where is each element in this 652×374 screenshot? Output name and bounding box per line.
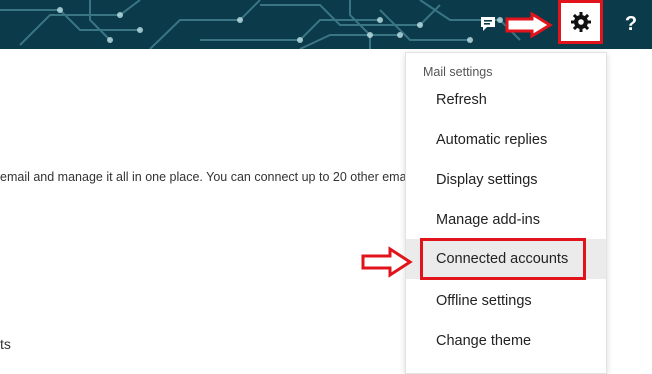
gear-icon[interactable] [558,0,603,44]
connected-accounts-description: email and manage it all in one place. Yo… [0,170,413,184]
menu-item-refresh[interactable]: Refresh [406,80,606,120]
header-banner: ? [0,0,652,49]
annotation-arrow-gear-icon [505,12,553,38]
menu-item-change-theme[interactable]: Change theme [406,321,606,361]
settings-dropdown-menu: Mail settings Refresh Automatic replies … [405,52,607,374]
menu-item-automatic-replies[interactable]: Automatic replies [406,120,606,160]
menu-item-offline-settings[interactable]: Offline settings [406,281,606,321]
section-label-fragment: ts [0,336,11,352]
menu-header: Mail settings [423,65,493,79]
help-icon[interactable]: ? [617,10,645,38]
menu-item-manage-add-ins[interactable]: Manage add-ins [406,200,606,240]
menu-item-connected-accounts[interactable]: Connected accounts [420,238,586,280]
circuit-background-image [0,0,521,49]
menu-item-display-settings[interactable]: Display settings [406,160,606,200]
feedback-icon[interactable] [474,10,502,38]
annotation-arrow-connected-accounts [361,246,413,278]
